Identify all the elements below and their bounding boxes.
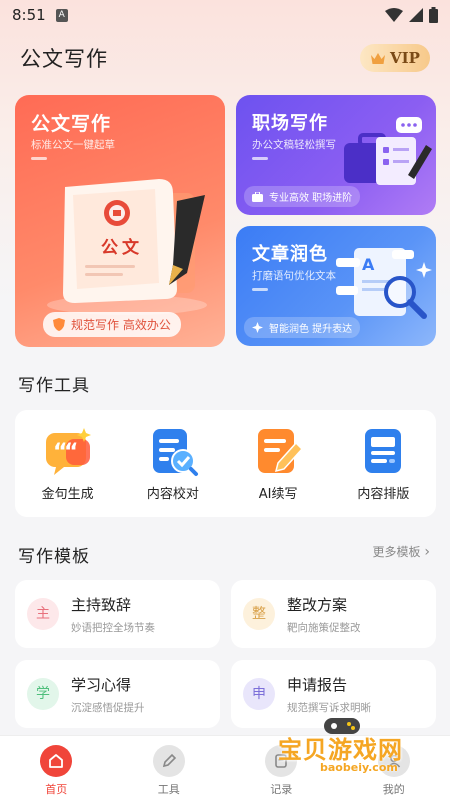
template-title: 整改方案 — [287, 596, 348, 614]
card-subtitle: 办公文稿轻松撰写 — [252, 139, 336, 151]
card-workplace-writing[interactable]: 职场写作 办公文稿轻松撰写 专业高效 职场进阶 — [236, 95, 436, 215]
card-article-polish[interactable]: 文章润色 打磨语句优化文本 A 智能润色 提升表达 — [236, 226, 436, 346]
site-watermark: 宝贝游戏网 baobeiy.com — [272, 718, 422, 784]
template-card[interactable]: 主 主持致辞 妙语把控全场节奏 — [15, 580, 220, 648]
card-divider — [31, 157, 47, 160]
template-description: 妙语把控全场节奏 — [71, 622, 155, 634]
section-title-templates: 写作模板 — [18, 547, 90, 567]
template-title: 主持致辞 — [71, 596, 132, 614]
magnifier-document-illustration: A — [336, 248, 432, 319]
tool-ai-continue[interactable]: AI续写 — [226, 410, 331, 517]
card-tags-text: 规范写作 高效办公 — [71, 318, 171, 332]
chevron-right-icon: › — [424, 544, 430, 560]
tools-panel: ““ 金句生成 内容校对 AI续写 内容排版 — [15, 410, 436, 517]
svg-text:“: “ — [64, 440, 78, 465]
nav-tools[interactable]: 工具 — [113, 736, 226, 800]
nav-label: 首页 — [45, 783, 68, 796]
card-divider — [252, 157, 268, 160]
more-templates-label: 更多模板 — [372, 545, 421, 559]
tool-label: 内容校对 — [146, 487, 199, 502]
template-card[interactable]: 学 学习心得 沉淀感悟促提升 — [15, 660, 220, 728]
template-badge: 整 — [243, 598, 275, 630]
card-tags: 智能润色 提升表达 — [244, 317, 361, 338]
ai-write-icon — [252, 425, 304, 477]
watermark-title: 宝贝游戏网 — [278, 736, 403, 764]
card-divider — [252, 288, 268, 291]
tool-proofread[interactable]: 内容校对 — [120, 410, 225, 517]
status-time: 8:51 — [12, 6, 46, 24]
nav-home[interactable]: 首页 — [0, 736, 113, 800]
card-title: 职场写作 — [252, 113, 328, 134]
tool-layout[interactable]: 内容排版 — [331, 410, 436, 517]
card-subtitle: 标准公文一键起草 — [31, 139, 115, 151]
vip-button[interactable]: VIP — [360, 44, 430, 72]
tool-label: AI续写 — [258, 487, 298, 502]
nav-label: 工具 — [157, 783, 180, 796]
card-tags: 专业高效 职场进阶 — [244, 186, 361, 207]
page-title: 公文写作 — [20, 47, 108, 71]
template-description: 规范撰写诉求明晰 — [287, 702, 371, 714]
briefcase-small-icon — [252, 191, 263, 202]
wifi-icon — [385, 8, 403, 22]
vip-label: VIP — [390, 49, 420, 67]
card-official-writing[interactable]: 公文写作 标准公文一键起草 公文 规范写作 高效办公 — [15, 95, 225, 347]
template-description: 靶向施策促整改 — [287, 622, 361, 634]
card-title: 文章润色 — [252, 244, 328, 265]
crown-icon — [371, 52, 386, 64]
template-badge: 学 — [27, 678, 59, 710]
battery-icon — [429, 7, 438, 23]
notification-icon: A — [55, 8, 68, 22]
app-header: 公文写作 VIP — [0, 38, 450, 78]
template-badge: 申 — [243, 678, 275, 710]
layout-icon — [357, 425, 409, 477]
svg-text:A: A — [362, 255, 375, 274]
tool-label: 内容排版 — [357, 487, 410, 502]
card-subtitle: 打磨语句优化文本 — [252, 270, 336, 282]
briefcase-illustration — [344, 117, 432, 185]
sparkle-icon — [252, 322, 263, 333]
template-badge: 主 — [27, 598, 59, 630]
template-card[interactable]: 整 整改方案 靶向施策促整改 — [231, 580, 436, 648]
status-bar: 8:51 A — [0, 0, 450, 30]
card-title: 公文写作 — [31, 113, 112, 135]
card-tags-text: 专业高效 职场进阶 — [269, 193, 353, 204]
more-templates-link[interactable]: 更多模板 › — [373, 543, 430, 560]
proofread-icon — [147, 425, 199, 477]
signal-icon — [409, 8, 423, 22]
shield-icon — [53, 318, 65, 331]
card-tags: 规范写作 高效办公 — [43, 312, 181, 337]
quote-icon: ““ — [42, 425, 94, 477]
template-title: 学习心得 — [71, 676, 132, 694]
template-description: 沉淀感悟促提升 — [71, 702, 145, 714]
document-seal-text: 公文 — [101, 238, 143, 258]
home-icon — [40, 745, 73, 777]
tool-label: 金句生成 — [41, 487, 94, 502]
section-title-tools: 写作工具 — [18, 376, 90, 396]
tool-golden-sentence[interactable]: ““ 金句生成 — [15, 410, 120, 517]
pen-icon — [152, 745, 185, 777]
card-tags-text: 智能润色 提升表达 — [269, 324, 353, 335]
template-title: 申请报告 — [287, 676, 348, 694]
watermark-url: baobeiy.com — [320, 761, 398, 774]
